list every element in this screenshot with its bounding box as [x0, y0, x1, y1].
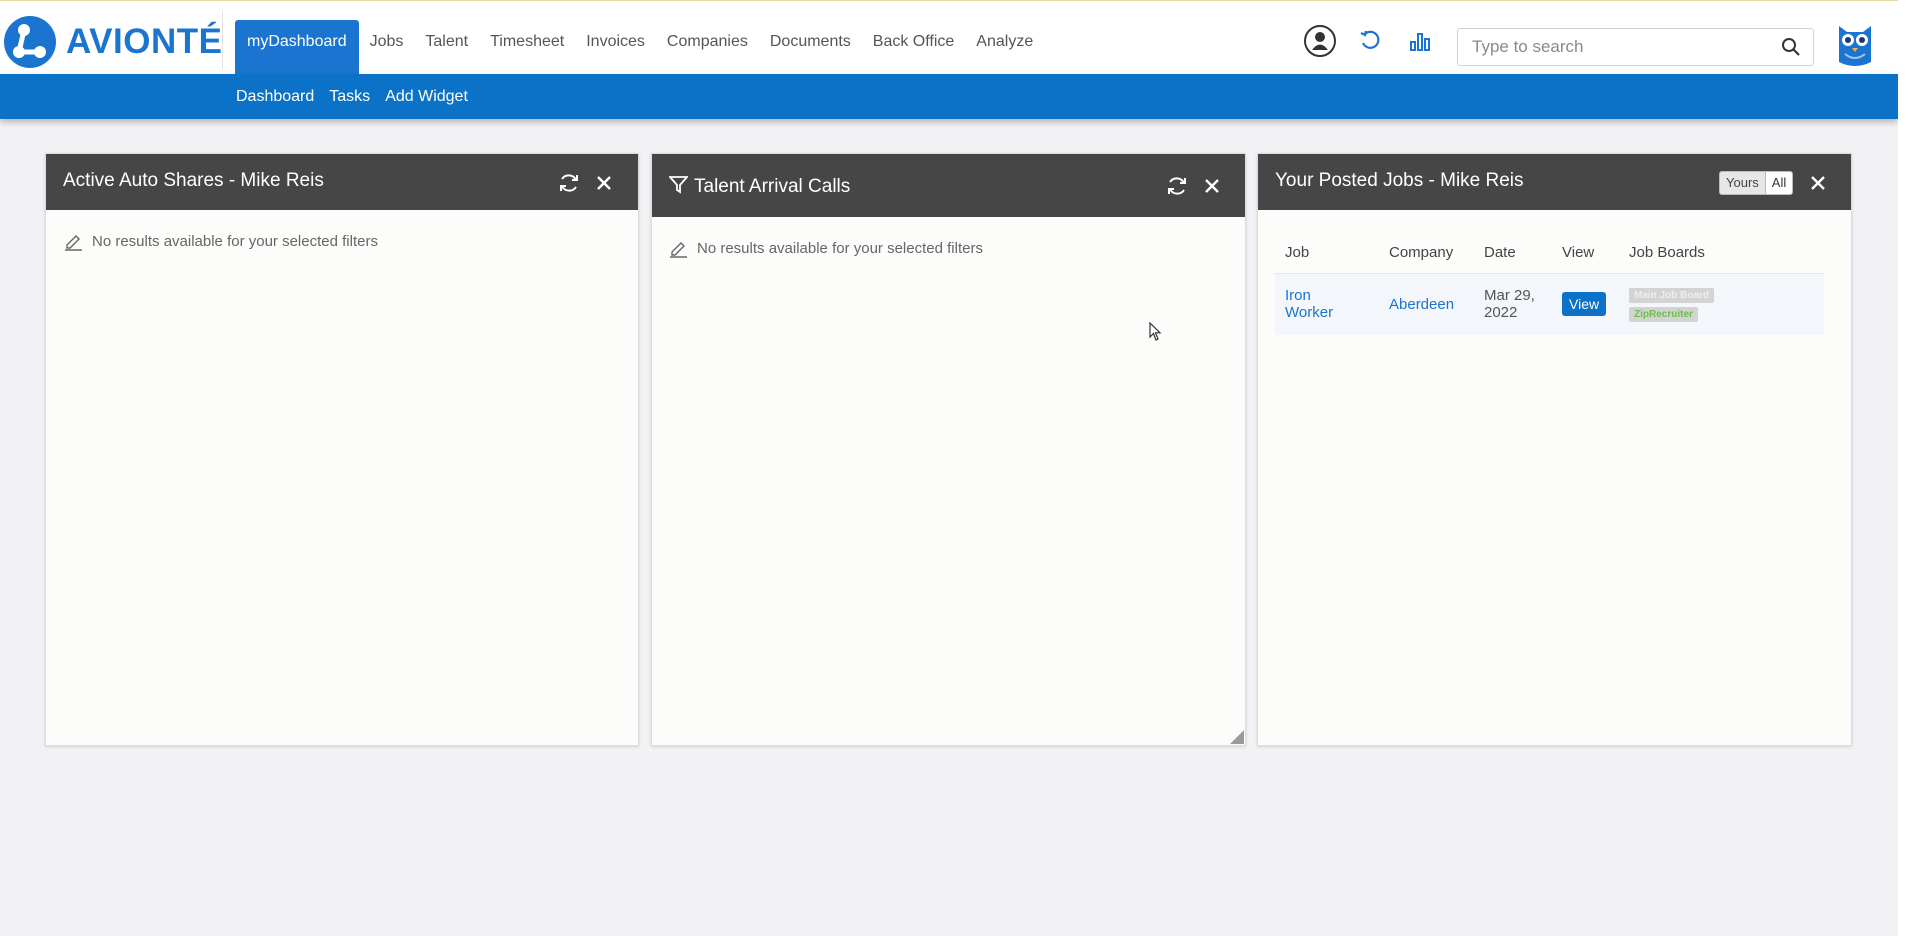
logo-text: AVIONTÉ — [66, 22, 223, 61]
job-boards-cell: Main Job Board ZipRecruiter — [1619, 273, 1824, 335]
job-link[interactable]: Iron Worker — [1285, 287, 1333, 321]
close-icon[interactable] — [1809, 174, 1827, 192]
widget-header: Active Auto Shares - Mike Reis — [46, 154, 638, 210]
job-board-tag-ziprecruiter: ZipRecruiter — [1629, 307, 1698, 323]
view-button[interactable]: View — [1562, 292, 1607, 317]
table-row: Iron Worker Aberdeen Mar 29, 2022 View Mai… — [1275, 273, 1824, 335]
empty-state: No results available for your selected f… — [64, 232, 378, 251]
global-search — [1457, 28, 1814, 66]
mouse-cursor-icon — [1149, 322, 1162, 341]
sub-navigation-bar: Dashboard Tasks Add Widget — [0, 74, 1898, 119]
empty-state: No results available for your selected f… — [669, 239, 983, 258]
edit-pencil-icon — [65, 235, 82, 251]
app-root: AVIONTÉ myDashboard Jobs Talent Timeshee… — [0, 0, 1898, 936]
subnav-add-widget[interactable]: Add Widget — [385, 88, 468, 106]
refresh-history-icon[interactable] — [1353, 23, 1389, 59]
column-header-job-boards[interactable]: Job Boards — [1619, 229, 1824, 274]
page-scrollbar-gutter — [1898, 0, 1908, 936]
nav-item-talent[interactable]: Talent — [414, 20, 479, 75]
widget-active-auto-shares: Active Auto Shares - Mike Reis No result… — [45, 153, 639, 746]
widget-talent-arrival-calls: Talent Arrival Calls No results availabl… — [651, 153, 1246, 746]
nav-item-companies[interactable]: Companies — [656, 20, 759, 75]
toggle-all[interactable]: All — [1765, 172, 1793, 194]
job-title-line2: Worker — [1285, 304, 1334, 322]
widget-title: Your Posted Jobs - Mike Reis — [1275, 170, 1524, 191]
company-link[interactable]: Aberdeen — [1389, 296, 1454, 313]
widget-title: Active Auto Shares - Mike Reis — [63, 170, 324, 191]
table-header-row: Job Company Date View Job Boards — [1275, 229, 1824, 274]
column-header-job[interactable]: Job — [1275, 229, 1379, 274]
close-icon[interactable] — [595, 174, 613, 192]
posted-jobs-table: Job Company Date View Job Boards Iron Wor… — [1275, 229, 1824, 335]
subnav-tasks[interactable]: Tasks — [329, 88, 370, 106]
date-cell: Mar 29, 2022 — [1474, 273, 1552, 335]
job-board-tag-main: Main Job Board — [1629, 288, 1715, 304]
job-title-line1: Iron — [1285, 287, 1311, 305]
bar-chart-icon[interactable] — [1402, 23, 1438, 59]
widget-header: Talent Arrival Calls — [652, 154, 1245, 217]
top-header: AVIONTÉ myDashboard Jobs Talent Timeshee… — [0, 0, 1898, 75]
company-cell: Aberdeen — [1379, 273, 1474, 335]
widget-title: Talent Arrival Calls — [694, 176, 851, 197]
column-header-company[interactable]: Company — [1379, 229, 1474, 274]
empty-state-text: No results available for your selected f… — [92, 233, 378, 250]
main-nav: myDashboard Jobs Talent Timesheet Invoic… — [235, 20, 1044, 75]
empty-state-text: No results available for your selected f… — [697, 240, 983, 257]
sub-nav: Dashboard Tasks Add Widget — [236, 74, 483, 119]
nav-divider — [222, 11, 223, 69]
edit-pencil-icon — [670, 242, 687, 258]
toggle-yours[interactable]: Yours — [1720, 172, 1766, 194]
column-header-view[interactable]: View — [1552, 229, 1619, 274]
column-header-date[interactable]: Date — [1474, 229, 1552, 274]
date-line1: Mar 29, — [1484, 287, 1535, 305]
close-icon[interactable] — [1203, 177, 1221, 195]
nav-item-documents[interactable]: Documents — [759, 20, 862, 75]
user-profile-icon[interactable] — [1302, 23, 1338, 59]
view-cell: View — [1552, 273, 1619, 335]
job-cell: Iron Worker — [1275, 273, 1379, 335]
widget-posted-jobs: Your Posted Jobs - Mike Reis Yours All J… — [1257, 153, 1852, 746]
nav-item-mydashboard[interactable]: myDashboard — [235, 20, 359, 75]
nav-item-invoices[interactable]: Invoices — [575, 20, 656, 75]
widget-header: Your Posted Jobs - Mike Reis Yours All — [1258, 154, 1851, 210]
search-icon[interactable] — [1781, 37, 1801, 62]
owl-assistant-icon[interactable] — [1837, 22, 1873, 68]
date-line2: 2022 — [1484, 304, 1518, 322]
nav-item-back-office[interactable]: Back Office — [862, 20, 966, 75]
avionte-logo[interactable]: AVIONTÉ — [4, 15, 222, 69]
nav-item-timesheet[interactable]: Timesheet — [479, 20, 575, 75]
subnav-dashboard[interactable]: Dashboard — [236, 88, 314, 106]
logo-mark-icon — [4, 16, 56, 68]
refresh-icon[interactable] — [1166, 175, 1188, 197]
nav-item-jobs[interactable]: Jobs — [359, 20, 415, 75]
nav-item-analyze[interactable]: Analyze — [965, 20, 1044, 75]
yours-all-toggle: Yours All — [1719, 171, 1794, 195]
refresh-icon[interactable] — [558, 172, 580, 194]
resize-handle-icon[interactable] — [1230, 730, 1244, 744]
search-input[interactable] — [1458, 29, 1758, 65]
filter-icon[interactable] — [668, 174, 688, 194]
